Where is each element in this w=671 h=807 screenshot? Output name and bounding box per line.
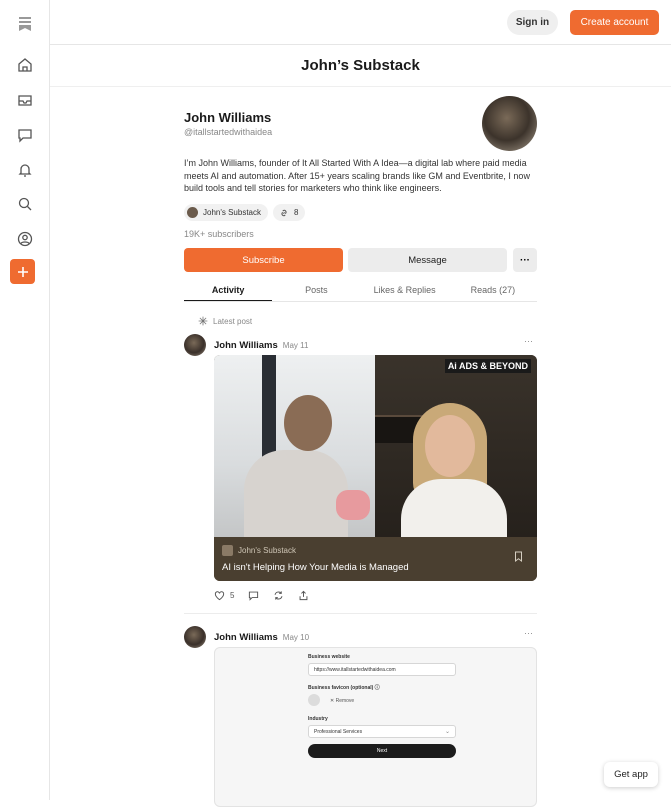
profile-bio: I’m John Williams, founder of It All Sta… bbox=[184, 158, 530, 193]
profile-name: John Williams bbox=[184, 110, 272, 125]
post-date: May 11 bbox=[282, 340, 309, 350]
microphone-icon bbox=[336, 490, 370, 520]
create-account-button[interactable]: Create account bbox=[570, 10, 659, 35]
post-menu-button[interactable]: ··· bbox=[524, 336, 533, 346]
post-card[interactable]: Ai ADS & BEYOND John's Substack AI isn't… bbox=[214, 355, 537, 581]
sign-in-button[interactable]: Sign in bbox=[507, 10, 558, 35]
home-icon[interactable] bbox=[12, 52, 38, 78]
latest-post-label: Latest post bbox=[198, 316, 252, 326]
sidebar bbox=[0, 0, 50, 800]
remove-link: ✕ Remove bbox=[330, 698, 355, 704]
restack-icon bbox=[275, 591, 283, 600]
post-card-footer: John's Substack AI isn't Helping How You… bbox=[214, 537, 537, 581]
profile-chips: John's Substack 8 bbox=[184, 204, 306, 221]
like-button[interactable]: 5 bbox=[214, 590, 234, 601]
message-button[interactable]: Message bbox=[348, 248, 507, 272]
tab-posts[interactable]: Posts bbox=[272, 280, 360, 301]
tab-activity[interactable]: Activity bbox=[184, 280, 273, 301]
next-button: Next bbox=[308, 744, 456, 758]
get-app-button[interactable]: Get app bbox=[604, 762, 658, 787]
share-button[interactable] bbox=[298, 590, 309, 601]
profile-handle: @itallstartedwithaidea bbox=[184, 127, 273, 137]
avatar[interactable] bbox=[184, 334, 206, 356]
video-thumbnail-left bbox=[214, 355, 375, 540]
video-logo: Ai ADS & BEYOND bbox=[444, 359, 531, 373]
industry-value: Professional Services bbox=[314, 729, 363, 735]
new-post-plus-icon[interactable] bbox=[10, 259, 35, 284]
post-card-publication: John's Substack bbox=[222, 545, 296, 556]
post-card-publication-name: John's Substack bbox=[238, 546, 297, 555]
substack-logo-icon[interactable] bbox=[12, 11, 38, 37]
form-label: Business website bbox=[308, 654, 350, 660]
top-bar: Sign in Create account bbox=[50, 0, 671, 45]
bell-icon[interactable] bbox=[12, 157, 38, 183]
post-title[interactable]: AI isn't Helping How Your Media is Manag… bbox=[222, 562, 409, 573]
links-count: 8 bbox=[294, 208, 299, 217]
search-icon[interactable] bbox=[12, 191, 38, 217]
subscriber-count: 19K+ subscribers bbox=[184, 229, 254, 239]
sparkle-icon bbox=[198, 316, 208, 326]
publication-avatar-icon bbox=[222, 545, 233, 556]
post-header: John Williams May 11 bbox=[184, 334, 308, 356]
divider bbox=[184, 613, 537, 614]
share-icon bbox=[300, 590, 308, 601]
tab-reads[interactable]: Reads (27) bbox=[449, 280, 537, 301]
favicon-thumbnail bbox=[308, 694, 320, 706]
comment-button[interactable] bbox=[248, 590, 259, 601]
form-label: Business favicon (optional) ⓘ bbox=[308, 685, 380, 691]
avatar[interactable] bbox=[482, 96, 537, 151]
bookmark-icon[interactable] bbox=[514, 549, 523, 567]
post-header: John Williams May 10 bbox=[184, 626, 309, 648]
inbox-icon[interactable] bbox=[12, 87, 38, 113]
publication-chip[interactable]: John's Substack bbox=[184, 204, 269, 221]
chevron-down-icon: ⌄ bbox=[444, 729, 450, 735]
profile-tabs: Activity Posts Likes & Replies Reads (27… bbox=[184, 280, 537, 302]
like-count: 5 bbox=[230, 591, 235, 600]
subscribe-button[interactable]: Subscribe bbox=[184, 248, 343, 272]
profile-icon[interactable] bbox=[12, 226, 38, 252]
link-icon bbox=[281, 209, 287, 216]
links-chip[interactable]: 8 bbox=[273, 204, 306, 221]
post-author[interactable]: John Williams bbox=[214, 340, 278, 351]
publication-title[interactable]: John’s Substack bbox=[50, 45, 671, 87]
avatar[interactable] bbox=[184, 626, 206, 648]
publication-avatar-icon bbox=[187, 207, 198, 218]
industry-select: Professional Services ⌄ bbox=[308, 725, 456, 738]
post-author[interactable]: John Williams bbox=[214, 632, 278, 643]
comment-icon bbox=[249, 591, 259, 601]
heart-icon bbox=[214, 591, 225, 601]
post-menu-button[interactable]: ··· bbox=[524, 628, 533, 638]
video-thumbnail-right: Ai ADS & BEYOND bbox=[375, 355, 537, 541]
more-options-button[interactable]: ··· bbox=[513, 248, 537, 272]
form-label: Industry bbox=[308, 716, 328, 722]
post-actions: 5 bbox=[214, 590, 309, 601]
website-field: https://www.itallstartedwithaidea.com bbox=[308, 663, 456, 676]
tab-likes-replies[interactable]: Likes & Replies bbox=[361, 280, 449, 301]
restack-button[interactable] bbox=[273, 590, 284, 601]
post-card[interactable]: Business website https://www.itallstarte… bbox=[214, 647, 537, 807]
publication-chip-label: John's Substack bbox=[203, 208, 262, 217]
chat-icon[interactable] bbox=[12, 122, 38, 148]
post-date: May 10 bbox=[282, 632, 310, 642]
latest-post-text: Latest post bbox=[213, 316, 253, 326]
